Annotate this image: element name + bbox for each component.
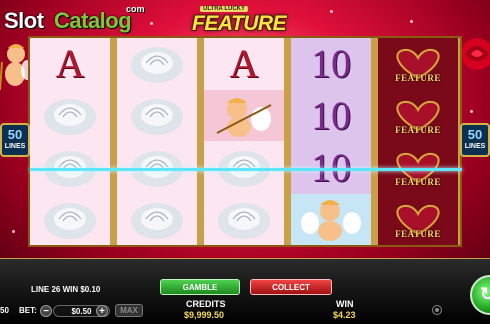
gamble-button[interactable]: GAMBLE xyxy=(160,279,240,295)
symbol-ten: 10 xyxy=(291,90,371,141)
win-label: WIN xyxy=(336,299,354,309)
lines-badge-left[interactable]: 50 LINES xyxy=(0,123,30,157)
max-bet-button[interactable]: MAX xyxy=(115,304,143,317)
reel-4: 10 10 10 xyxy=(291,38,371,245)
reel-3: A xyxy=(204,38,284,245)
logo-com-text: com xyxy=(126,4,145,14)
symbol-cupid xyxy=(291,194,371,245)
symbol-feature: FEATURE xyxy=(378,38,458,89)
lines-badge-right[interactable]: 50 LINES xyxy=(460,123,490,157)
symbol-rose xyxy=(204,194,284,245)
cupid-decoration-icon xyxy=(0,44,30,91)
win-value: $4.23 xyxy=(333,310,356,320)
bet-left-edge-value: 50 xyxy=(0,306,9,315)
symbol-ace: A xyxy=(30,38,110,89)
white-rose-icon xyxy=(131,202,183,239)
lines-count: 50 xyxy=(7,127,23,142)
symbol-rose xyxy=(117,38,197,89)
lines-count: 50 xyxy=(467,127,483,142)
cupid-icon xyxy=(216,97,272,137)
symbol-ace: A xyxy=(204,38,284,89)
symbol-rose xyxy=(117,90,197,141)
sparkle xyxy=(470,110,473,113)
symbol-rose xyxy=(30,194,110,245)
ten-label: 10 xyxy=(311,93,351,138)
winning-payline xyxy=(30,168,462,171)
settings-button[interactable] xyxy=(432,305,442,315)
white-rose-icon xyxy=(44,202,96,239)
sparkle xyxy=(150,22,153,25)
feature-label: FEATURE xyxy=(395,228,441,239)
reel-5: FEATURE FEATURE FEATURE FEATURE xyxy=(378,38,458,245)
spin-arrow-icon: ↻ xyxy=(480,284,490,304)
symbol-feature: FEATURE xyxy=(378,194,458,245)
bet-increase-button[interactable]: + xyxy=(96,305,108,317)
lines-label: LINES xyxy=(4,143,26,150)
feature-label: FEATURE xyxy=(395,176,441,187)
logo-slot-text: Slot xyxy=(4,8,44,33)
symbol-feature: FEATURE xyxy=(378,90,458,141)
white-rose-icon xyxy=(131,98,183,135)
game-title: ULTRA LUCKY FEATURE xyxy=(190,6,298,36)
white-rose-icon xyxy=(44,98,96,135)
feature-label: FEATURE xyxy=(395,72,441,83)
reel-1: A xyxy=(30,38,110,245)
lines-label: LINES xyxy=(464,143,486,150)
symbol-cupid xyxy=(204,90,284,141)
credits-value: $9,999.50 xyxy=(184,310,225,320)
credits-label: CREDITS xyxy=(186,299,226,309)
bet-label: BET: xyxy=(19,306,37,315)
sparkle xyxy=(330,10,333,13)
bet-decrease-button[interactable]: − xyxy=(40,305,52,317)
symbol-ten: 10 xyxy=(291,38,371,89)
sparkle xyxy=(12,230,15,233)
win-info-text: LINE 26 WIN $0.10 xyxy=(31,285,101,294)
reel-2 xyxy=(117,38,197,245)
ace-label: A xyxy=(55,41,85,86)
collect-button[interactable]: COLLECT xyxy=(250,279,332,295)
logo-catalog-text: Catalog xyxy=(54,8,132,33)
symbol-rose xyxy=(30,90,110,141)
ace-label: A xyxy=(229,41,259,86)
sparkle xyxy=(410,20,413,23)
white-rose-icon xyxy=(131,46,183,83)
symbol-rose xyxy=(117,194,197,245)
feature-label: FEATURE xyxy=(395,124,441,135)
cupid-icon xyxy=(301,199,361,241)
title-main: FEATURE xyxy=(192,12,287,35)
ten-label: 10 xyxy=(311,41,351,86)
white-rose-icon xyxy=(218,202,270,239)
